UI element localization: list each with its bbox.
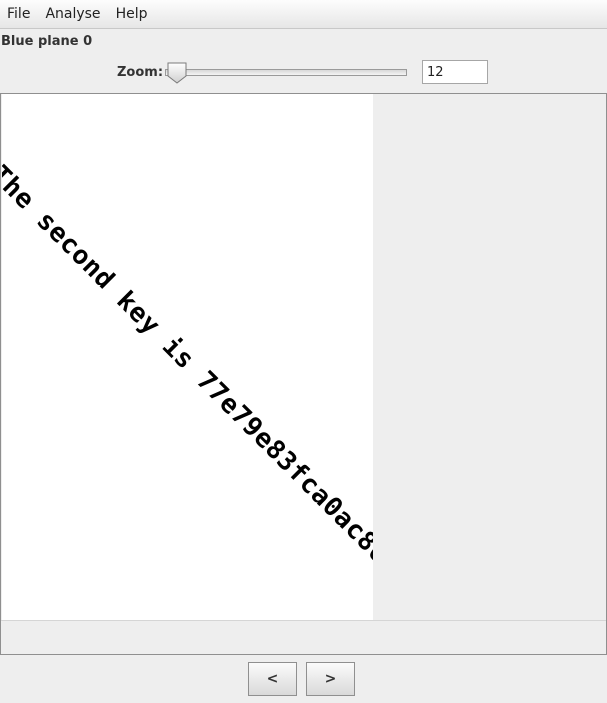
previous-button[interactable]: <	[248, 662, 297, 696]
image-text: The second key is 77e79e83fca0ac86	[2, 160, 373, 570]
image-viewport[interactable]: The second key is 77e79e83fca0ac86	[0, 93, 607, 655]
zoom-value-field[interactable]	[422, 60, 488, 84]
menu-bar: File Analyse Help	[0, 0, 607, 29]
zoom-label: Zoom:	[117, 65, 164, 80]
image-canvas: The second key is 77e79e83fca0ac86	[2, 94, 373, 620]
zoom-slider[interactable]	[165, 62, 409, 84]
plane-label: Blue plane 0	[1, 34, 93, 49]
zoom-slider-track[interactable]	[165, 69, 407, 76]
zoom-slider-thumb[interactable]	[167, 62, 187, 84]
next-button[interactable]: >	[306, 662, 355, 696]
menu-help[interactable]: Help	[109, 0, 156, 28]
menu-file[interactable]: File	[0, 0, 38, 28]
menu-analyse[interactable]: Analyse	[38, 0, 108, 28]
viewport-bottom-strip	[1, 620, 606, 654]
